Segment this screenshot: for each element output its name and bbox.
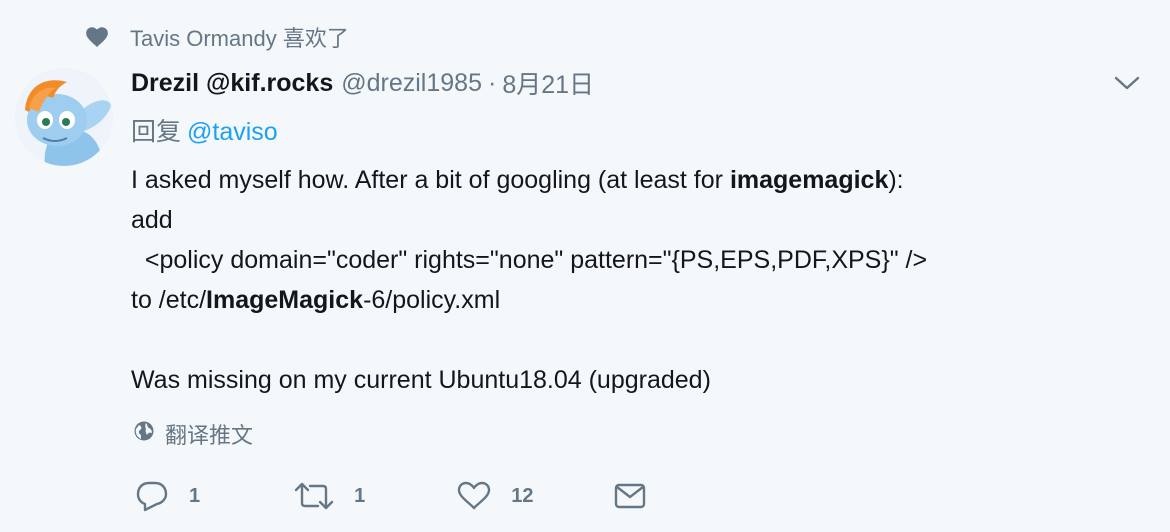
like-count: 12: [511, 484, 534, 507]
tweet-menu-caret[interactable]: [1112, 70, 1142, 100]
reply-icon: [135, 480, 169, 512]
translate-label: 翻译推文: [165, 423, 254, 448]
tweet-text: I asked myself how. After a bit of googl…: [131, 160, 1131, 400]
reply-count: 1: [189, 484, 201, 507]
globe-icon: [133, 420, 155, 448]
reply-context: 回复 @taviso: [131, 112, 278, 148]
reply-action[interactable]: 1: [135, 480, 200, 512]
tweet-line-1: I asked myself how. After a bit of googl…: [131, 166, 904, 194]
header-separator: ·: [487, 68, 497, 97]
heart-icon: [84, 24, 110, 50]
retweet-icon: [294, 481, 334, 511]
tweet-line-4: to /etc/ImageMagick-6/policy.xml: [131, 286, 501, 314]
tweet-bold-imagemagick: ImageMagick: [206, 286, 364, 314]
tweet-hashtag-imagemagick: imagemagick: [729, 166, 889, 194]
chevron-down-icon: [1114, 75, 1140, 96]
tweet-header: Drezil @kif.rocks @drezil1985 · 8月21日: [131, 64, 594, 102]
tweet-line-3: <policy domain="coder" rights="none" pat…: [131, 246, 928, 274]
author-fullname[interactable]: Drezil @kif.rocks: [131, 69, 333, 98]
tweet-line-2: add: [131, 206, 173, 234]
reply-mention-link[interactable]: @taviso: [187, 118, 278, 146]
direct-message-action[interactable]: [614, 483, 646, 509]
envelope-icon: [614, 483, 646, 509]
tweet-line-6: Was missing on my current Ubuntu18.04 (u…: [131, 366, 711, 394]
translate-tweet-button[interactable]: 翻译推文: [133, 418, 253, 450]
reply-prefix: 回复: [131, 118, 182, 146]
tweet-actions: 1 1 12: [135, 476, 646, 516]
heart-outline-icon: [457, 481, 491, 511]
like-action[interactable]: 12: [457, 481, 534, 511]
retweet-count: 1: [354, 484, 366, 507]
social-context: Tavis Ormandy 喜欢了: [84, 20, 349, 54]
social-context-text[interactable]: Tavis Ormandy 喜欢了: [130, 21, 349, 53]
retweet-action[interactable]: 1: [294, 481, 365, 511]
author-username[interactable]: @drezil1985: [341, 69, 482, 98]
avatar[interactable]: [15, 68, 113, 166]
tweet-timestamp[interactable]: 8月21日: [502, 65, 594, 101]
